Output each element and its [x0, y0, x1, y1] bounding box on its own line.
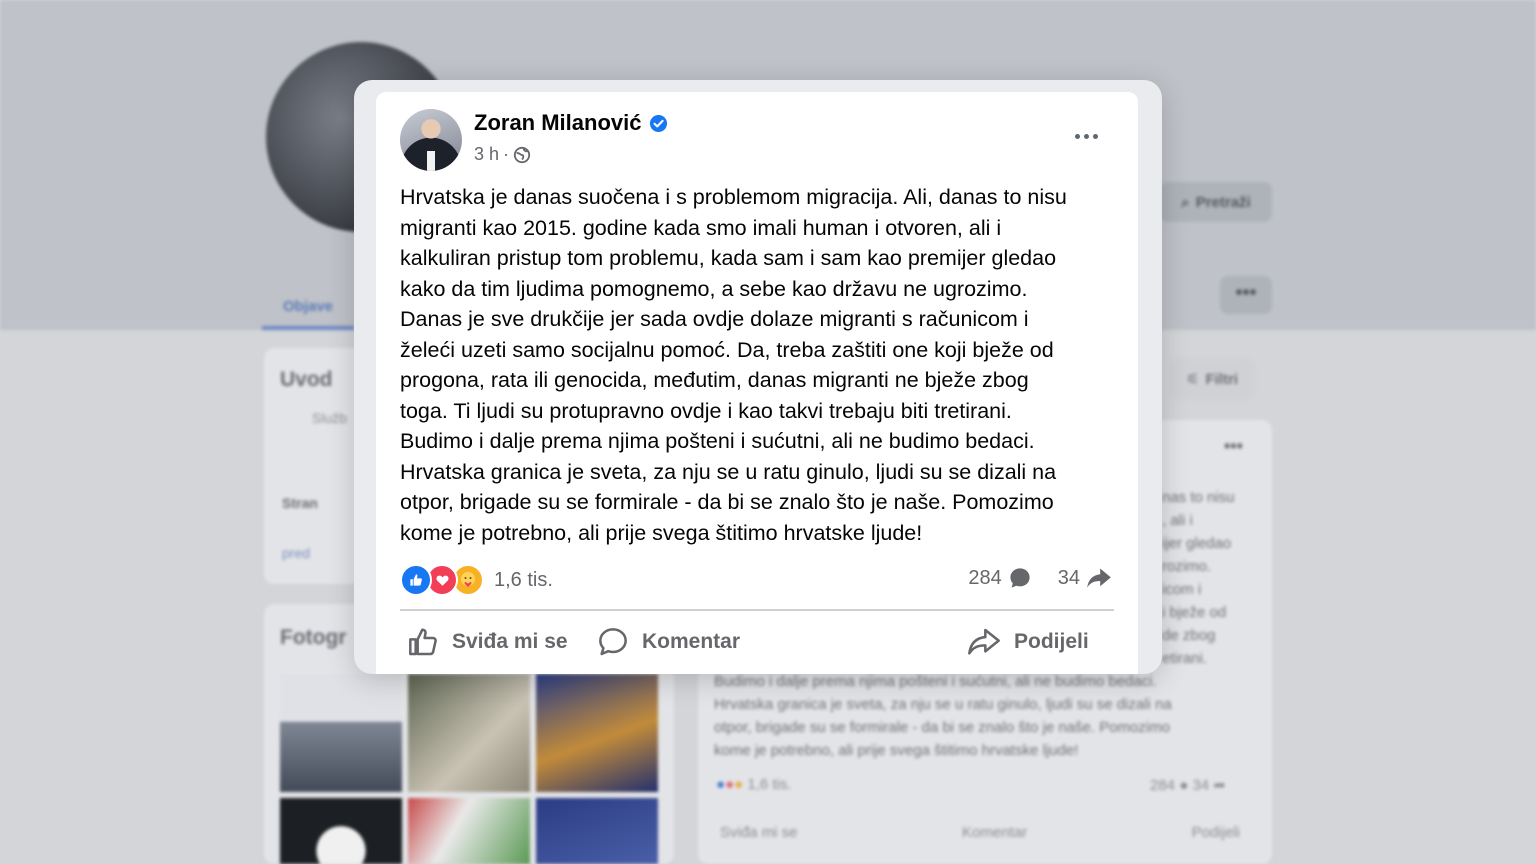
- like-button[interactable]: Sviđa mi se: [406, 622, 568, 662]
- more-dot: [1083, 133, 1089, 139]
- intro-subtitle: Služb: [312, 410, 348, 426]
- background-reaction-count: ●●● 1,6 tis.: [716, 776, 792, 793]
- comment-label: Komentar: [642, 630, 741, 653]
- author-avatar[interactable]: [400, 109, 462, 171]
- post-actions: Sviđa mi se Komentar Podijeli: [400, 622, 1114, 662]
- comment-count: 284: [1150, 777, 1176, 794]
- care-icon: ●: [734, 776, 744, 793]
- intro-page-row: Stran: [282, 495, 318, 511]
- post-meta: 3 h ·: [474, 144, 531, 165]
- verified-badge-icon: [650, 114, 668, 132]
- background-post-text: Budimo i dalje prema njima pošteni i suć…: [714, 673, 1172, 759]
- photo-thumbnail[interactable]: [280, 674, 402, 792]
- globe-icon: [513, 146, 531, 163]
- share-count-icon: [1087, 568, 1111, 588]
- reaction-count-text: 1,6 tis.: [747, 776, 792, 793]
- comment-button[interactable]: Komentar: [596, 622, 740, 662]
- engagement-counts: 284 34: [968, 566, 1112, 590]
- post-time[interactable]: 3 h: [474, 144, 499, 165]
- like-label: Sviđa mi se: [452, 630, 568, 653]
- comment-count[interactable]: 284: [968, 567, 1001, 590]
- reactions-summary[interactable]: 1,6 tis.: [400, 564, 553, 596]
- reaction-count: 1,6 tis.: [494, 568, 553, 591]
- photo-thumbnail[interactable]: [408, 674, 530, 792]
- author-row: Zoran Milanović: [474, 110, 668, 136]
- author-name[interactable]: Zoran Milanović: [474, 110, 641, 136]
- more-dot: [1092, 133, 1098, 139]
- search-icon: ⌕: [1181, 193, 1190, 211]
- filter-button[interactable]: ⚟ Filtri: [1170, 358, 1254, 400]
- love-icon: ●: [725, 776, 735, 793]
- post-text: Hrvatska je danas suočena i s problemom …: [400, 185, 1067, 545]
- like-button[interactable]: Sviđa mi se: [720, 824, 798, 841]
- share-button[interactable]: Podijeli: [966, 622, 1089, 662]
- photo-thumbnail[interactable]: [536, 798, 658, 864]
- actions-divider: [400, 609, 1114, 611]
- profile-more-button[interactable]: •••: [1220, 276, 1272, 314]
- post-overlay: Zoran Milanović 3 h · Hrvatska je danas …: [354, 80, 1162, 674]
- share-count[interactable]: 34: [1058, 567, 1080, 590]
- intro-title: Uvod: [280, 368, 333, 391]
- share-label: Podijeli: [1014, 630, 1089, 653]
- background-post-actions: Sviđa mi se Komentar Podijeli: [720, 824, 1240, 841]
- like-icon: [400, 564, 432, 596]
- share-icon: ➦: [1213, 777, 1226, 794]
- background-post-text-fragment: nas to nisu , ali i ijer gledao rozimo. …: [1162, 489, 1235, 667]
- share-count: 34: [1192, 777, 1210, 794]
- more-dot: [1074, 133, 1080, 139]
- search-button[interactable]: ⌕ Pretraži: [1160, 182, 1272, 222]
- photo-thumbnail[interactable]: [280, 798, 402, 864]
- intro-link-row[interactable]: pred: [282, 545, 310, 561]
- comment-button[interactable]: Komentar: [962, 824, 1027, 841]
- filter-icon: ⚟: [1186, 371, 1200, 388]
- like-icon: ●: [716, 776, 726, 793]
- post-card: Zoran Milanović 3 h · Hrvatska je danas …: [376, 92, 1138, 674]
- thumbs-up-icon: [409, 628, 437, 656]
- share-button[interactable]: Podijeli: [1192, 824, 1240, 841]
- tab-posts[interactable]: Objave: [262, 282, 354, 330]
- filter-label: Filtri: [1205, 370, 1238, 388]
- photos-title: Fotogr: [280, 626, 347, 649]
- photo-thumbnail[interactable]: [536, 674, 658, 792]
- meta-separator: ·: [503, 144, 510, 164]
- share-icon: [968, 628, 1000, 655]
- post-options-button[interactable]: [1068, 122, 1104, 150]
- tab-active-indicator: [262, 326, 354, 330]
- search-label: Pretraži: [1195, 193, 1251, 211]
- comment-icon: ●: [1179, 777, 1189, 794]
- comment-icon: [599, 628, 627, 656]
- background-post-more-icon[interactable]: •••: [1224, 436, 1243, 457]
- photo-thumbnail[interactable]: [408, 798, 530, 864]
- background-post-counts: 284 ● 34 ➦: [1150, 776, 1226, 794]
- comment-count-icon: [1010, 568, 1030, 588]
